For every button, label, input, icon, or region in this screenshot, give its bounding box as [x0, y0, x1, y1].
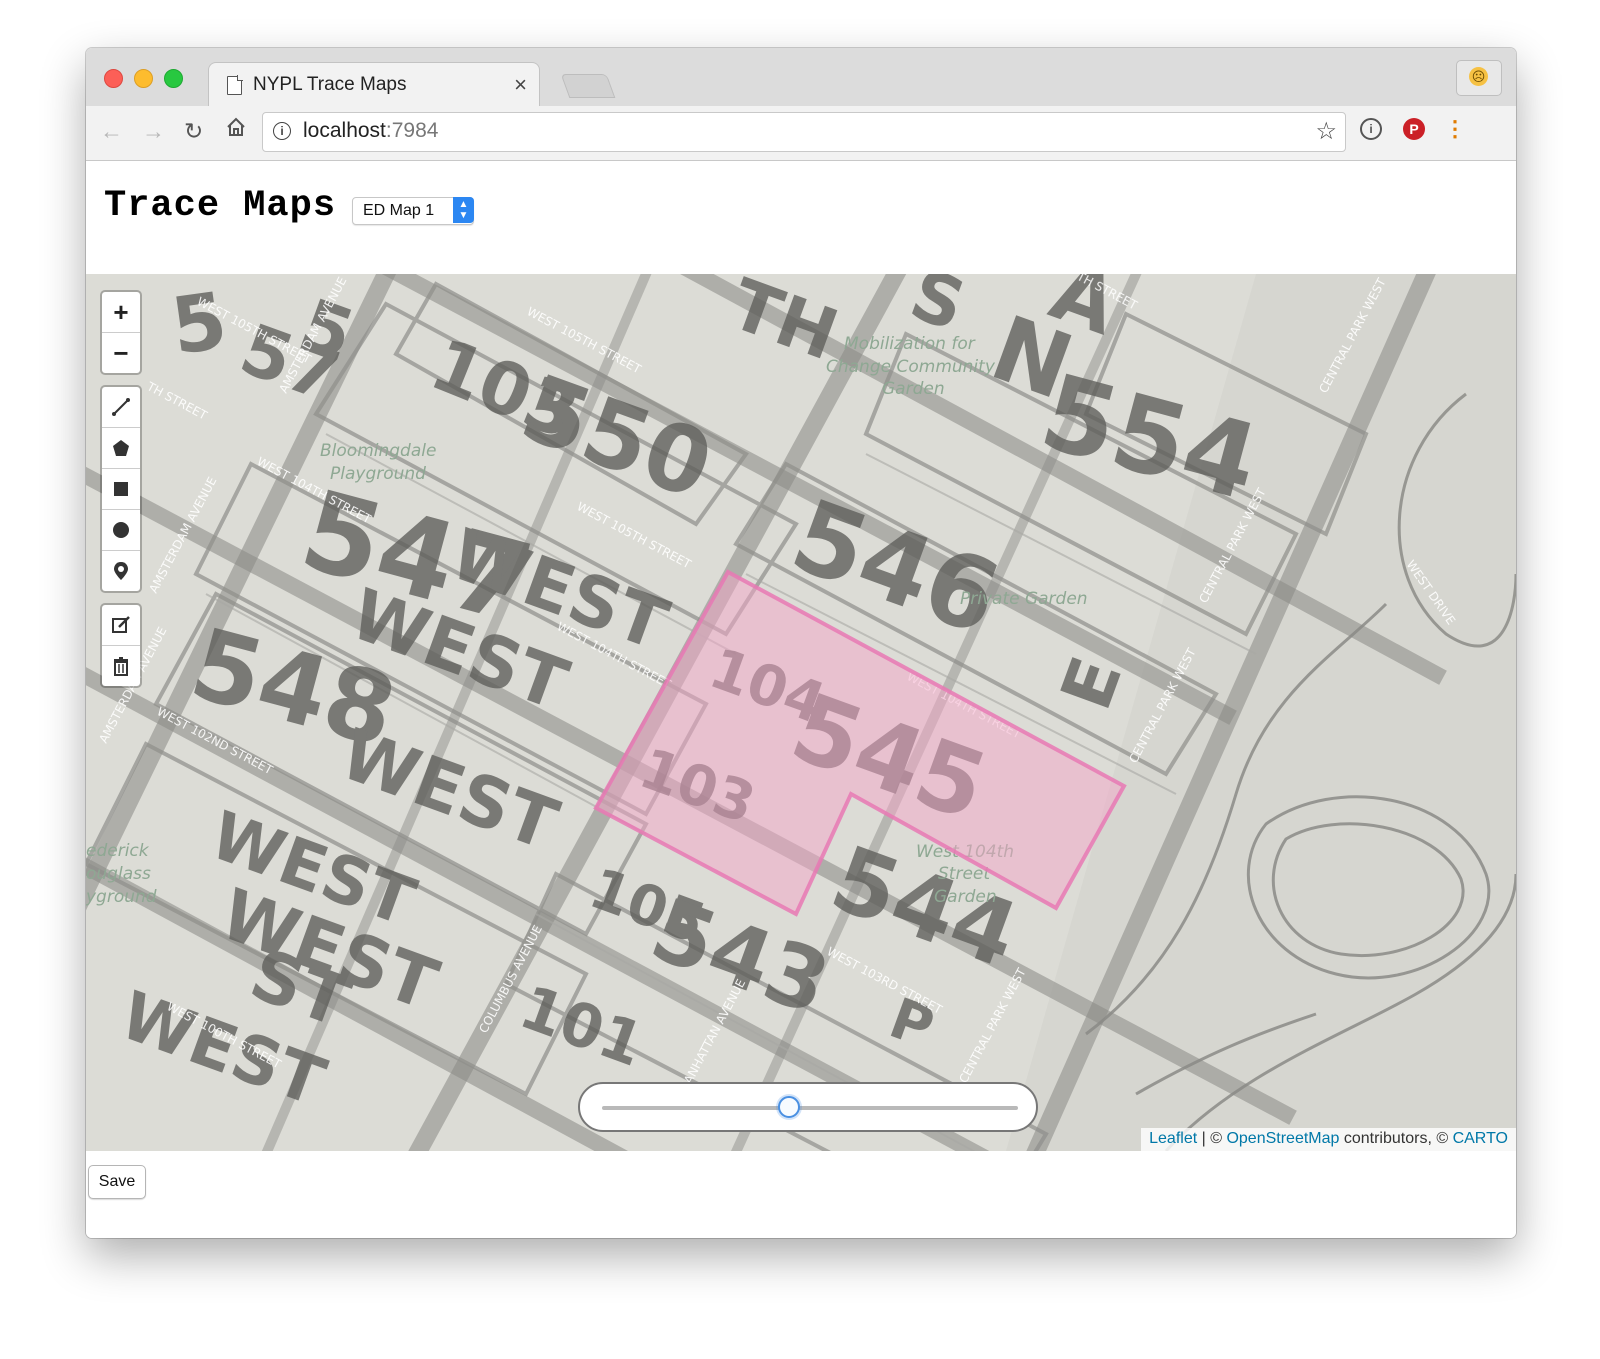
bookmark-star-icon[interactable]: ☆	[1315, 117, 1337, 146]
basemap-label: Private Garden	[960, 589, 1088, 609]
tab-close-icon[interactable]: ×	[514, 72, 527, 98]
zoom-in-button[interactable]: +	[102, 292, 140, 333]
profile-button[interactable]: ☹	[1456, 60, 1502, 96]
basemap-label: Playground	[330, 464, 426, 484]
map-select-value: ED Map 1	[363, 202, 435, 219]
attribution-text: contributors, ©	[1339, 1130, 1453, 1147]
info-icon[interactable]: i	[273, 122, 291, 140]
save-button[interactable]: Save	[88, 1165, 146, 1199]
tab-title: NYPL Trace Maps	[253, 74, 407, 95]
leaflet-link[interactable]: Leaflet	[1149, 1130, 1197, 1147]
openstreetmap-link[interactable]: OpenStreetMap	[1226, 1130, 1339, 1147]
new-tab-button[interactable]	[560, 74, 616, 98]
browser-toolbar: ← → ↻ i localhost:7984 ☆ i P ⋮	[86, 106, 1516, 161]
opacity-slider-container	[578, 1082, 1038, 1132]
edit-toolbar	[100, 603, 142, 688]
document-icon	[227, 75, 243, 95]
rectangle-icon[interactable]	[102, 469, 140, 510]
carto-link[interactable]: CARTO	[1453, 1130, 1508, 1147]
minimize-window-button[interactable]	[134, 69, 153, 88]
polygon-icon[interactable]	[102, 428, 140, 469]
polyline-icon[interactable]	[102, 387, 140, 428]
back-icon[interactable]: ←	[100, 118, 123, 145]
basemap-label: Garden	[934, 887, 997, 907]
map-select[interactable]: ED Map 1 ▲ ▼	[352, 197, 474, 225]
select-arrows-icon: ▲ ▼	[453, 197, 474, 223]
opacity-slider-track[interactable]	[602, 1106, 1018, 1110]
page-content: Trace Maps ED Map 1 ▲ ▼ 5 57 103 550 554…	[86, 161, 1516, 1238]
home-icon[interactable]	[225, 116, 247, 144]
menu-kebab-icon[interactable]: ⋮	[1444, 118, 1466, 140]
browser-tab[interactable]: NYPL Trace Maps ×	[208, 62, 540, 107]
url-text: localhost:7984	[303, 119, 439, 142]
forward-icon[interactable]: →	[142, 118, 165, 145]
extension-info-icon[interactable]: i	[1360, 118, 1382, 140]
zoom-out-button[interactable]: −	[102, 333, 140, 373]
page-title: Trace Maps	[104, 185, 337, 227]
close-window-button[interactable]	[104, 69, 123, 88]
basemap-label: ederick	[86, 841, 150, 861]
circle-icon[interactable]	[102, 510, 140, 551]
address-bar[interactable]: i localhost:7984 ☆	[262, 112, 1346, 152]
basemap-label: ouglass	[86, 864, 151, 884]
emoji-face-icon: ☹	[1469, 67, 1488, 86]
map-attribution: Leaflet | © OpenStreetMap contributors, …	[1141, 1128, 1516, 1151]
trash-icon[interactable]	[102, 646, 140, 686]
edit-icon[interactable]	[102, 605, 140, 646]
maximize-window-button[interactable]	[164, 69, 183, 88]
pinterest-icon[interactable]: P	[1403, 118, 1425, 140]
basemap-label: Mobilization for	[844, 334, 976, 354]
basemap-label: Garden	[882, 379, 945, 399]
title-bar: NYPL Trace Maps × ☹	[86, 48, 1516, 107]
browser-window: NYPL Trace Maps × ☹ ← → ↻ i localhost:79…	[86, 48, 1516, 1238]
opacity-slider-thumb[interactable]	[778, 1096, 801, 1118]
zoom-control: + −	[100, 290, 142, 375]
basemap-label: Change Community	[826, 357, 996, 377]
basemap-label: yground	[86, 887, 157, 907]
marker-icon[interactable]	[102, 551, 140, 591]
map-container[interactable]: 5 57 103 550 554 546 547 548 545 5 104 1…	[86, 274, 1516, 1151]
basemap-label: Bloomingdale	[320, 441, 436, 461]
map-tiles: 5 57 103 550 554 546 547 548 545 5 104 1…	[86, 274, 1516, 1151]
reload-icon[interactable]: ↻	[184, 118, 203, 145]
draw-toolbar	[100, 385, 142, 593]
attribution-text: | ©	[1197, 1130, 1227, 1147]
